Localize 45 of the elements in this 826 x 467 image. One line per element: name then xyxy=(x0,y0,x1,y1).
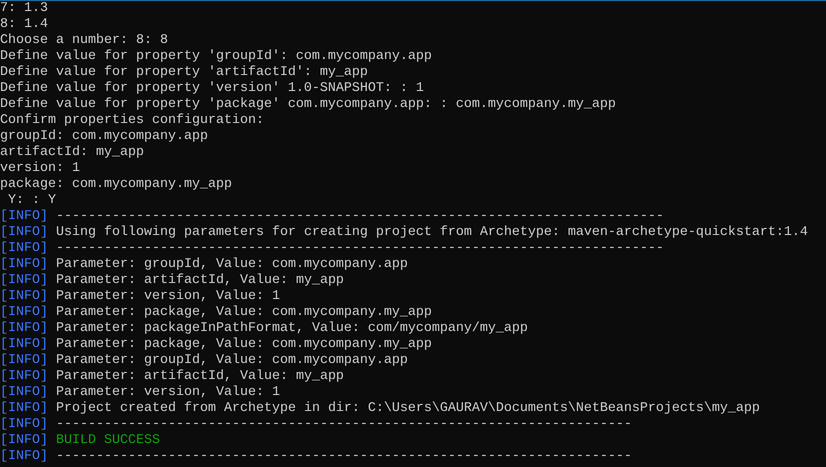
log-message: ---------------------------------------------------------------------------- xyxy=(56,209,664,225)
log-level-tag: [INFO] xyxy=(0,433,48,449)
terminal-line: groupId: com.mycompany.app xyxy=(0,129,209,145)
log-level-tag: [INFO] xyxy=(0,273,48,289)
log-message: ------------------------------------------------------------------------ xyxy=(56,449,632,465)
log-level-tag: [INFO] xyxy=(0,353,48,369)
log-level-tag: [INFO] xyxy=(0,385,48,401)
log-message: BUILD SUCCESS xyxy=(56,433,160,449)
log-message: Parameter: packageInPathFormat, Value: com/mycompany/my_app xyxy=(56,321,528,337)
terminal-line: Choose a number: 8: 8 xyxy=(0,33,169,49)
log-message: Parameter: artifactId, Value: my_app xyxy=(56,369,344,385)
terminal-line: package: com.mycompany.my_app xyxy=(0,177,233,193)
terminal-line: Define value for property 'artifactId': my_app xyxy=(0,65,369,81)
log-level-tag: [INFO] xyxy=(0,369,48,385)
log-message: Parameter: version, Value: 1 xyxy=(56,385,280,401)
terminal-line: Define value for property 'package' com.mycompany.app: : com.mycompany.my_app xyxy=(0,97,617,113)
log-level-tag: [INFO] xyxy=(0,337,48,353)
log-level-tag: [INFO] xyxy=(0,241,48,257)
log-level-tag: [INFO] xyxy=(0,209,48,225)
log-message: Parameter: package, Value: com.mycompany.my_app xyxy=(56,337,432,353)
log-message: Using following parameters for creating project from Archetype: maven-archetype-quickstart:1.4 xyxy=(56,225,808,241)
terminal-line: Define value for property 'groupId': com.mycompany.app xyxy=(0,49,433,65)
log-level-tag: [INFO] xyxy=(0,417,48,433)
log-message: Parameter: groupId, Value: com.mycompany.app xyxy=(56,257,408,273)
log-message: Parameter: package, Value: com.mycompany.my_app xyxy=(56,305,432,321)
log-message: ---------------------------------------------------------------------------- xyxy=(56,241,664,257)
log-message: ------------------------------------------------------------------------ xyxy=(56,417,632,433)
log-message: Parameter: artifactId, Value: my_app xyxy=(56,273,344,289)
terminal-line: artifactId: my_app xyxy=(0,145,145,161)
terminal-line: 7: 1.3 xyxy=(0,1,49,17)
log-level-tag: [INFO] xyxy=(0,289,48,305)
terminal-line: Y: : Y xyxy=(6,193,57,209)
terminal-line: Confirm properties configuration: xyxy=(0,113,265,129)
terminal-line: 8: 1.4 xyxy=(0,17,49,33)
terminal-line: version: 1 xyxy=(0,161,81,177)
log-level-tag: [INFO] xyxy=(0,321,48,337)
log-level-tag: [INFO] xyxy=(0,449,48,465)
log-level-tag: [INFO] xyxy=(0,305,48,321)
log-level-tag: [INFO] xyxy=(0,257,48,273)
log-message: Project created from Archetype in dir: C:\Users\GAURAV\Documents\NetBeansProjects\my_app xyxy=(56,401,760,417)
log-level-tag: [INFO] xyxy=(0,225,48,241)
terminal-line: Define value for property 'version' 1.0-SNAPSHOT: : 1 xyxy=(0,81,425,97)
log-level-tag: [INFO] xyxy=(0,401,48,417)
log-message: Parameter: groupId, Value: com.mycompany.app xyxy=(56,353,408,369)
log-message: Parameter: version, Value: 1 xyxy=(56,289,280,305)
